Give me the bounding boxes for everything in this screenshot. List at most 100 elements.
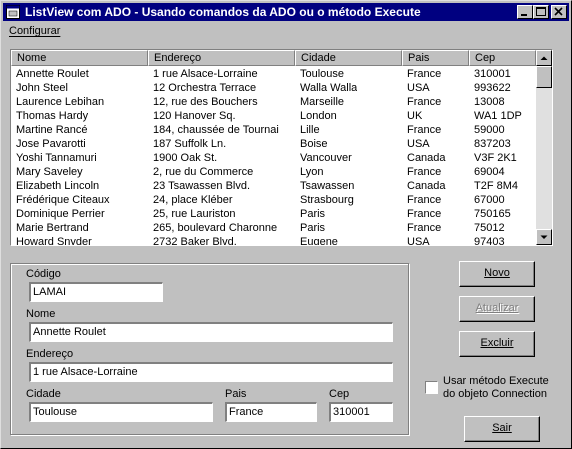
list-item[interactable]: Marie Bertrand 265, boulevard Charonne Par… xyxy=(11,221,536,235)
cell-nome: John Steel xyxy=(16,82,68,94)
cell-nome: Frédérique Citeaux xyxy=(16,194,110,206)
nome-field[interactable]: Annette Roulet xyxy=(28,321,394,343)
cidade-field[interactable]: Toulouse xyxy=(28,401,214,423)
list-item[interactable]: John Steel 12 Orchestra Terrace Walla Wall… xyxy=(11,81,536,95)
menu-bar: Configurar xyxy=(3,23,569,41)
cell-cidade: London xyxy=(300,110,337,122)
cell-endereco: 25, rue Lauriston xyxy=(153,208,236,220)
cep-field[interactable]: 310001 xyxy=(328,401,394,423)
scroll-up-button[interactable] xyxy=(536,50,552,66)
cell-nome: Laurence Lebihan xyxy=(16,96,105,108)
list-item[interactable]: Frédérique Citeaux 24, place Kléber Strasb… xyxy=(11,193,536,207)
list-item[interactable]: Yoshi Tannamuri 1900 Oak St. Vancouver Cana… xyxy=(11,151,536,165)
cell-pais: Canada xyxy=(407,180,446,192)
cell-cep: WA1 1DP xyxy=(474,110,522,122)
app-icon xyxy=(6,5,20,19)
codigo-label: Código xyxy=(26,268,61,280)
cell-cep: 310001 xyxy=(474,68,511,80)
cell-nome: Dominique Perrier xyxy=(16,208,105,220)
close-button[interactable] xyxy=(551,5,567,19)
cell-nome: Marie Bertrand xyxy=(16,222,89,234)
cell-endereco: 2, rue du Commerce xyxy=(153,166,254,178)
cell-cidade: Paris xyxy=(300,222,326,234)
cell-cep: 750165 xyxy=(474,208,511,220)
list-item[interactable]: Jose Pavarotti 187 Suffolk Ln. Boise USA 837… xyxy=(11,137,536,151)
cell-cep: 13008 xyxy=(474,96,505,108)
endereco-label: Endereço xyxy=(26,348,74,360)
cell-nome: Elizabeth Lincoln xyxy=(16,180,100,192)
cell-pais: France xyxy=(407,166,442,178)
cell-pais: France xyxy=(407,194,442,206)
window-title: ListView com ADO - Usando comandos da AD… xyxy=(25,5,421,19)
excluir-button[interactable]: Excluir xyxy=(459,331,535,357)
cell-pais: France xyxy=(407,96,442,108)
codigo-field[interactable]: LAMAI xyxy=(28,281,164,303)
cell-cidade: Tsawassen xyxy=(300,180,355,192)
cell-cidade: Toulouse xyxy=(300,68,345,80)
scroll-thumb[interactable] xyxy=(536,66,552,88)
menu-configurar[interactable]: Configurar xyxy=(9,25,60,37)
arrow-down-icon xyxy=(540,235,548,239)
cell-cidade: Walla Walla xyxy=(300,82,358,94)
usar-execute-checkbox[interactable] xyxy=(425,381,438,394)
arrow-up-icon xyxy=(540,56,548,60)
cell-nome: Thomas Hardy xyxy=(16,110,89,122)
list-item[interactable]: Howard Snyder 2732 Baker Blvd. Eugene USA 97… xyxy=(11,235,536,245)
cell-cep: 993622 xyxy=(474,82,511,94)
sair-button[interactable]: Sair xyxy=(464,416,540,442)
cell-pais: Canada xyxy=(407,152,446,164)
list-item[interactable]: Dominique Perrier 25, rue Lauriston Paris F… xyxy=(11,207,536,221)
cell-endereco: 12 Orchestra Terrace xyxy=(153,82,257,94)
minimize-button[interactable] xyxy=(517,5,533,19)
cell-endereco: 1900 Oak St. xyxy=(153,152,218,164)
cell-endereco: 2732 Baker Blvd. xyxy=(153,236,237,245)
records-listview[interactable]: Nome Endereço Cidade Pais Cep Annette Ro… xyxy=(10,49,553,246)
list-item[interactable]: Laurence Lebihan 12, rue des Bouchers Mars… xyxy=(11,95,536,109)
pais-label: Pais xyxy=(225,388,247,400)
cell-pais: France xyxy=(407,68,442,80)
cell-endereco: 12, rue des Bouchers xyxy=(153,96,258,108)
listview-vertical-scrollbar[interactable] xyxy=(536,50,552,245)
list-item[interactable]: Mary Saveley 2, rue du Commerce Lyon France… xyxy=(11,165,536,179)
list-item[interactable]: Martine Rancé 184, chaussée de Tournai Lil… xyxy=(11,123,536,137)
column-header-cidade[interactable]: Cidade xyxy=(295,50,402,66)
close-icon xyxy=(554,7,563,16)
column-header-endereco[interactable]: Endereço xyxy=(148,50,295,66)
cell-nome: Jose Pavarotti xyxy=(16,138,86,150)
cell-cep: 97403 xyxy=(474,236,505,245)
cell-cidade: Marseille xyxy=(300,96,345,108)
cell-endereco: 187 Suffolk Ln. xyxy=(153,138,227,150)
cell-cidade: Paris xyxy=(300,208,326,220)
cell-pais: USA xyxy=(407,138,430,150)
atualizar-button[interactable]: Atualizar xyxy=(459,296,535,322)
cell-pais: France xyxy=(407,124,442,136)
cell-pais: USA xyxy=(407,82,430,94)
cep-label: Cep xyxy=(329,388,350,400)
cell-cep: T2F 8M4 xyxy=(474,180,519,192)
pais-field[interactable]: France xyxy=(224,401,318,423)
scroll-down-button[interactable] xyxy=(536,229,552,245)
cell-cidade: Boise xyxy=(300,138,328,150)
listview-header: Nome Endereço Cidade Pais Cep xyxy=(11,50,536,66)
cell-cep: 69004 xyxy=(474,166,505,178)
column-header-cep[interactable]: Cep xyxy=(469,50,536,66)
list-item[interactable]: Thomas Hardy 120 Hanover Sq. London UK WA1 1… xyxy=(11,109,536,123)
novo-button[interactable]: Novo xyxy=(459,261,535,287)
cell-pais: France xyxy=(407,222,442,234)
list-item[interactable]: Elizabeth Lincoln 23 Tsawassen Blvd. Tsawa… xyxy=(11,179,536,193)
cidade-label: Cidade xyxy=(26,388,61,400)
column-header-pais[interactable]: Pais xyxy=(402,50,469,66)
list-item[interactable]: Annette Roulet 1 rue Alsace-Lorraine Toulo… xyxy=(11,67,536,81)
maximize-icon xyxy=(536,7,546,16)
column-header-nome[interactable]: Nome xyxy=(11,50,148,66)
usar-execute-label: Usar método Execute do objeto Connection xyxy=(443,375,549,401)
endereco-field[interactable]: 1 rue Alsace-Lorraine xyxy=(28,361,394,383)
title-bar[interactable]: ListView com ADO - Usando comandos da AD… xyxy=(3,3,569,21)
cell-endereco: 1 rue Alsace-Lorraine xyxy=(153,68,258,80)
cell-cep: 75012 xyxy=(474,222,505,234)
cell-endereco: 120 Hanover Sq. xyxy=(153,110,236,122)
cell-cep: V3F 2K1 xyxy=(474,152,517,164)
maximize-button[interactable] xyxy=(533,5,549,19)
cell-nome: Martine Rancé xyxy=(16,124,88,136)
cell-cidade: Vancouver xyxy=(300,152,352,164)
